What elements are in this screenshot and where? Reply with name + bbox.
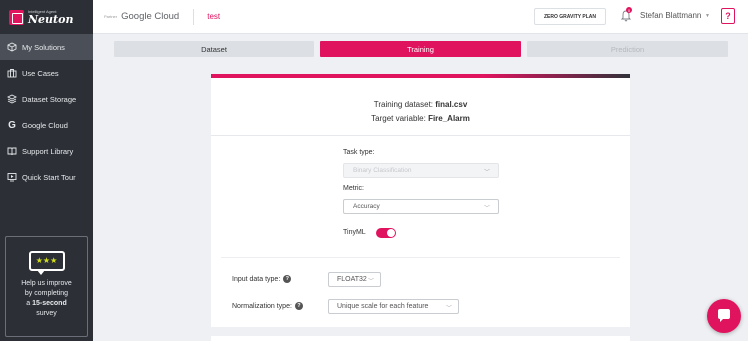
chat-button[interactable] bbox=[707, 299, 741, 333]
training-card: Training dataset: final.csv Target varia… bbox=[211, 74, 630, 327]
target-variable-line: Target variable: Fire_Alarm bbox=[371, 114, 470, 123]
google-g-icon: G bbox=[8, 119, 16, 131]
task-type-select: Binary Classification ﹀ bbox=[343, 163, 499, 178]
sidebar-item-label: Quick Start Tour bbox=[22, 172, 76, 182]
chevron-down-icon: ﹀ bbox=[483, 206, 490, 212]
partner-label: Partner bbox=[104, 14, 118, 19]
cube-icon bbox=[7, 42, 17, 52]
sidebar-item-support-library[interactable]: Support Library bbox=[0, 138, 93, 164]
normalization-type-select[interactable]: Unique scale for each feature ﹀ bbox=[328, 299, 459, 314]
tab-training[interactable]: Training bbox=[320, 41, 521, 57]
tab-dataset[interactable]: Dataset bbox=[114, 41, 314, 57]
sidebar-item-label: Google Cloud bbox=[22, 120, 68, 130]
briefcase-icon bbox=[7, 68, 17, 78]
play-screen-icon bbox=[7, 172, 17, 182]
sidebar-item-my-solutions[interactable]: My Solutions bbox=[0, 34, 93, 60]
input-data-type-label: Input data type: ? bbox=[232, 275, 292, 283]
section-divider bbox=[221, 257, 620, 258]
sidebar: Intelligent Agent Neuton My Solutions Us… bbox=[0, 0, 93, 341]
sidebar-item-label: My Solutions bbox=[22, 42, 65, 52]
metric-select[interactable]: Accuracy ﹀ bbox=[343, 199, 499, 214]
sidebar-item-google-cloud[interactable]: G Google Cloud bbox=[0, 112, 93, 138]
tinyml-label: TinyML bbox=[343, 229, 366, 236]
chevron-down-icon: ﹀ bbox=[367, 279, 374, 285]
survey-line-1: Help us improve bbox=[21, 280, 72, 287]
chevron-down-icon: ﹀ bbox=[483, 170, 490, 176]
question-icon[interactable]: ? bbox=[294, 302, 303, 310]
top-bar: Partner Google Cloud test ZERO GRAVITY P… bbox=[93, 0, 748, 34]
card-header: Training dataset: final.csv Target varia… bbox=[211, 78, 630, 136]
brand-logo-area[interactable]: Intelligent Agent Neuton bbox=[0, 0, 93, 34]
survey-line-2: by completing bbox=[24, 290, 69, 297]
help-button[interactable]: ? bbox=[721, 8, 735, 24]
sidebar-item-label: Use Cases bbox=[22, 68, 59, 78]
survey-card[interactable]: ★★★ Help us improve by completing a 15-s… bbox=[5, 236, 88, 337]
normalization-type-label: Normalization type: ? bbox=[232, 302, 303, 310]
google-cloud-logo: Google Cloud bbox=[121, 11, 180, 22]
sidebar-item-label: Support Library bbox=[22, 146, 74, 156]
tinyml-toggle[interactable] bbox=[376, 228, 396, 238]
training-dataset-line: Training dataset: final.csv bbox=[373, 100, 468, 109]
plan-button[interactable]: ZERO GRAVITY PLAN bbox=[534, 8, 606, 25]
chat-bubble-icon bbox=[718, 309, 730, 322]
question-icon[interactable]: ? bbox=[283, 275, 292, 283]
project-name[interactable]: test bbox=[207, 12, 220, 21]
next-card bbox=[211, 336, 630, 341]
brand-name: Neuton bbox=[28, 12, 74, 26]
sidebar-item-dataset-storage[interactable]: Dataset Storage bbox=[0, 86, 93, 112]
chevron-down-icon: ﹀ bbox=[445, 306, 452, 312]
input-data-type-select[interactable]: FLOAT32 ﹀ bbox=[328, 272, 381, 287]
neuton-logo-icon bbox=[9, 9, 24, 25]
stars-bubble-icon: ★★★ bbox=[28, 251, 65, 275]
bell-icon[interactable]: 0 bbox=[620, 7, 632, 22]
survey-line-3: a 15-second bbox=[26, 300, 67, 307]
survey-line-4: survey bbox=[36, 310, 57, 317]
step-tabs: Dataset Training Prediction bbox=[114, 41, 728, 57]
topbar-divider bbox=[193, 8, 195, 25]
sidebar-item-quick-start-tour[interactable]: Quick Start Tour bbox=[0, 164, 93, 190]
chevron-down-icon[interactable]: ▼ bbox=[705, 13, 710, 19]
book-icon bbox=[7, 146, 17, 156]
sidebar-item-use-cases[interactable]: Use Cases bbox=[0, 60, 93, 86]
metric-label: Metric: bbox=[343, 185, 364, 192]
sidebar-item-label: Dataset Storage bbox=[22, 94, 77, 104]
layers-icon bbox=[7, 94, 17, 104]
notification-badge: 0 bbox=[626, 7, 632, 13]
task-type-label: Task type: bbox=[343, 149, 375, 156]
user-name[interactable]: Stefan Blattmann bbox=[640, 11, 701, 20]
tab-prediction: Prediction bbox=[527, 41, 728, 57]
